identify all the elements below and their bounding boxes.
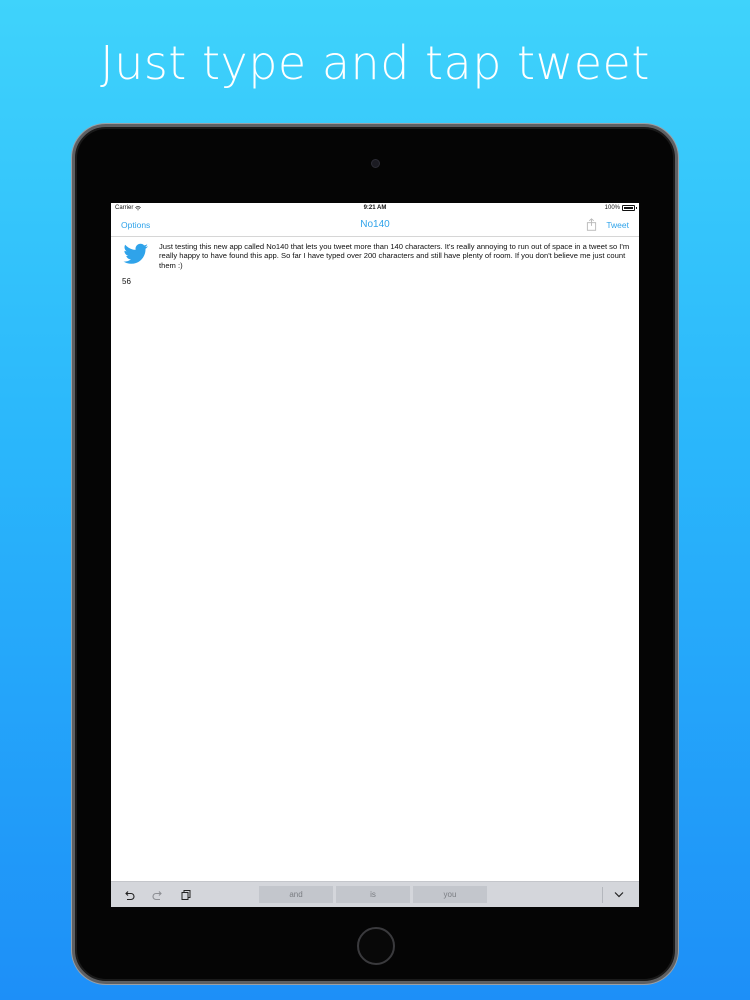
home-button[interactable] bbox=[357, 927, 395, 965]
battery-icon bbox=[622, 205, 637, 211]
battery-percent: 100% bbox=[604, 205, 620, 211]
character-count: 56 bbox=[122, 277, 131, 286]
status-time: 9:21 AM bbox=[363, 205, 387, 211]
ipad-device: Carrier 9:21 AM 100% Options No140 Tweet… bbox=[72, 124, 678, 984]
share-icon[interactable] bbox=[586, 218, 597, 231]
undo-icon[interactable] bbox=[123, 889, 135, 901]
tweet-text-area[interactable]: Just testing this new app called No140 t… bbox=[159, 242, 631, 270]
chevron-down-icon[interactable] bbox=[614, 891, 624, 898]
navigation-bar: Options No140 Tweet bbox=[111, 215, 639, 237]
suggestion-3[interactable]: you bbox=[413, 886, 487, 903]
divider bbox=[602, 887, 603, 903]
app-screen: Carrier 9:21 AM 100% Options No140 Tweet… bbox=[111, 203, 639, 907]
keyboard-shortcut-bar: and is you bbox=[111, 881, 639, 907]
suggestion-1[interactable]: and bbox=[259, 886, 333, 903]
app-title: No140 bbox=[360, 219, 390, 230]
twitter-bird-icon bbox=[123, 243, 148, 264]
camera-icon bbox=[371, 159, 380, 168]
status-bar: Carrier 9:21 AM 100% bbox=[111, 203, 639, 215]
paste-icon[interactable] bbox=[180, 889, 192, 901]
redo-icon[interactable] bbox=[152, 889, 164, 901]
suggestion-2[interactable]: is bbox=[336, 886, 410, 903]
compose-area[interactable]: Just testing this new app called No140 t… bbox=[111, 237, 639, 875]
promo-headline: Just type and tap tweet bbox=[100, 36, 650, 90]
tweet-button[interactable]: Tweet bbox=[606, 220, 629, 230]
